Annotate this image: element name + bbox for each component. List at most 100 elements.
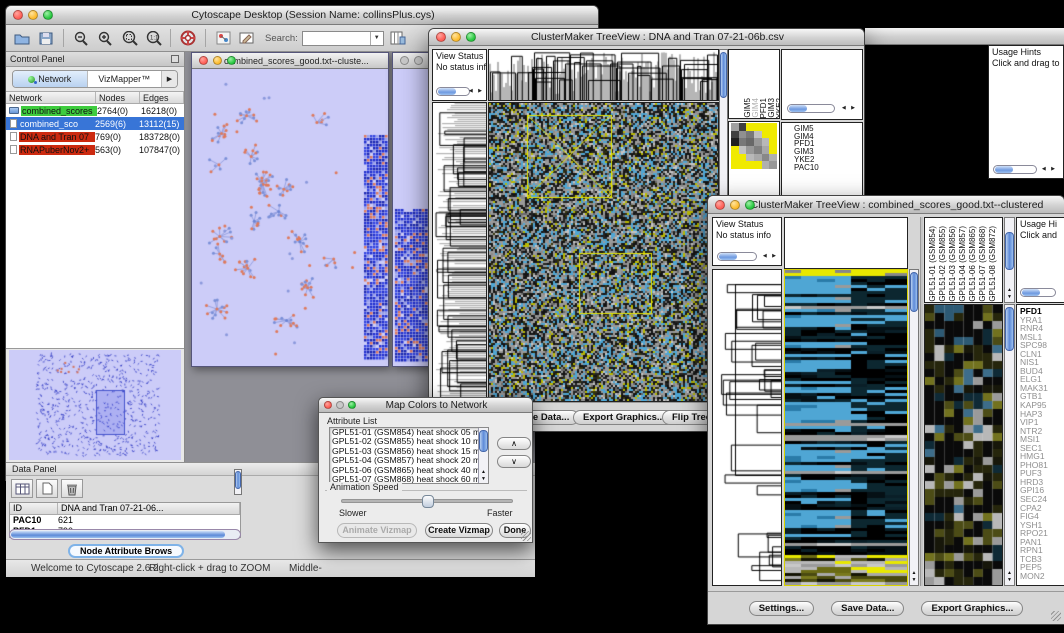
animate-vizmap-button[interactable]: Animate Vizmap	[337, 523, 417, 538]
minimize-button[interactable]	[451, 32, 461, 42]
global-vscrollbar[interactable]: ▲ ▼	[909, 269, 919, 586]
select-attributes-button[interactable]	[11, 479, 33, 498]
scroll-down-arrow[interactable]: ▼	[1005, 577, 1014, 583]
attribute-list[interactable]: GPL51-01 (GSM854) heat shock 05 minGPL51…	[329, 427, 489, 484]
data-row[interactable]: PAC10621	[10, 515, 240, 526]
panel-tab[interactable]: VizMapper™	[88, 71, 163, 87]
network-row[interactable]: RNAPuberNov2+ 563(0) 107847(0)	[6, 143, 184, 156]
animation-speed-slider[interactable]	[341, 499, 513, 503]
minimize-button[interactable]	[336, 401, 344, 409]
usage-hints-scrollbar[interactable]	[993, 165, 1037, 174]
gene-column-label[interactable]: PFD1	[759, 98, 767, 118]
scroll-arrows[interactable]: ◀ ▶	[842, 105, 857, 111]
column-header[interactable]: Nodes	[96, 92, 140, 103]
minimize-button[interactable]	[414, 56, 423, 65]
global-heatmap[interactable]	[488, 102, 719, 402]
view-status-scrollbar[interactable]	[717, 252, 757, 261]
dialog-titlebar[interactable]: Map Colors to Network	[319, 398, 532, 413]
array-column-label[interactable]: GPL51-02 (GSM855)	[938, 226, 946, 302]
slider-thumb[interactable]	[422, 495, 434, 508]
move-down-button[interactable]: ∨	[497, 455, 531, 468]
array-column-label[interactable]: GPL51-03 (GSM856)	[948, 226, 956, 302]
array-column-label[interactable]: GPL51-01 (GSM854)	[928, 226, 936, 302]
label-scrollbar[interactable]	[787, 104, 835, 113]
view-status-scrollbar[interactable]	[436, 87, 470, 96]
treeview2-button[interactable]: Export Graphics...	[921, 601, 1023, 616]
data-column-header[interactable]: ID	[10, 503, 58, 514]
close-button[interactable]	[400, 56, 409, 65]
network-row[interactable]: DNA and Tran 07 769(0) 183728(0)	[6, 130, 184, 143]
resize-grip[interactable]	[1051, 611, 1061, 621]
row-dendrogram-panel[interactable]	[432, 102, 487, 402]
network-canvas[interactable]	[192, 69, 388, 365]
zoom-button[interactable]	[466, 32, 476, 42]
treeview2-button[interactable]: Save Data...	[831, 601, 904, 616]
gene-label[interactable]: MON2	[1020, 572, 1064, 581]
scroll-up-arrow[interactable]: ▲	[910, 570, 918, 576]
array-column-label[interactable]: GPL51-06 (GSM865)	[968, 226, 976, 302]
scroll-arrows[interactable]: ◀ ▶	[469, 88, 484, 94]
scroll-down-arrow[interactable]: ▼	[1005, 294, 1014, 300]
float-panel-icon[interactable]	[171, 55, 179, 63]
zoom-button[interactable]	[348, 401, 356, 409]
array-column-label[interactable]: GPL51-07 (GSM868)	[978, 226, 986, 302]
panel-tab[interactable]: ▶	[162, 71, 177, 87]
zoom-button[interactable]	[745, 200, 755, 210]
attribute-list-scrollbar[interactable]: ▲ ▼	[478, 428, 488, 483]
minimize-button[interactable]	[213, 56, 222, 65]
zoom-heatmap[interactable]	[924, 304, 1003, 586]
scroll-up-arrow[interactable]: ▲	[1005, 570, 1014, 576]
new-attribute-button[interactable]	[36, 479, 58, 498]
treeview-partial-titlebar[interactable]	[865, 28, 1064, 45]
zoom-in-icon[interactable]	[95, 29, 115, 47]
usage-hints-scrollbar[interactable]	[1020, 288, 1056, 297]
search-input[interactable]: ▼	[302, 31, 384, 46]
open-file-icon[interactable]	[12, 29, 32, 47]
delete-attribute-icon[interactable]	[61, 479, 83, 498]
scroll-up-arrow[interactable]: ▲	[1005, 287, 1014, 293]
annotation-icon[interactable]	[237, 29, 257, 47]
export-graphics-button[interactable]: Export Graphics...	[573, 410, 675, 425]
zoom-selected-icon[interactable]	[119, 29, 139, 47]
close-button[interactable]	[436, 32, 446, 42]
column-dendrogram-panel[interactable]	[488, 49, 719, 101]
treeview2-titlebar[interactable]: ClusterMaker TreeView : combined_scores_…	[708, 196, 1064, 214]
network-row[interactable]: combined_scores 2764(0) 16218(0)	[6, 104, 184, 117]
array-column-label[interactable]: GPL51-04 (GSM857)	[958, 226, 966, 302]
data-table-vscrollbar[interactable]	[234, 469, 242, 495]
close-button[interactable]	[13, 10, 23, 20]
resize-grip[interactable]	[521, 531, 531, 541]
cytoscape-titlebar[interactable]: Cytoscape Desktop (Session Name: collins…	[6, 6, 598, 25]
move-up-button[interactable]: ∧	[497, 437, 531, 450]
network-view-titlebar[interactable]: combined_scores_good.txt--cluste...	[192, 53, 388, 69]
data-panel-hscrollbar[interactable]	[9, 529, 241, 540]
gene-column-label[interactable]: GIM5	[743, 98, 751, 118]
search-dropdown-arrow[interactable]: ▼	[370, 32, 383, 45]
column-header[interactable]: Edges	[140, 92, 184, 103]
scroll-up-arrow[interactable]: ▲	[479, 469, 488, 475]
minimize-button[interactable]	[28, 10, 38, 20]
save-icon[interactable]	[36, 29, 56, 47]
genes-vscrollbar[interactable]: ▲ ▼	[1004, 304, 1015, 586]
zoom-fit-icon[interactable]: 1:1	[143, 29, 163, 47]
minimize-button[interactable]	[730, 200, 740, 210]
scroll-down-arrow[interactable]: ▼	[479, 476, 488, 482]
node-attribute-browser-button[interactable]: Node Attribute Brows	[68, 544, 184, 558]
zoom-out-icon[interactable]	[71, 29, 91, 47]
scroll-arrows[interactable]: ◀ ▶	[1042, 166, 1057, 172]
row-dendrogram-panel[interactable]	[712, 269, 782, 586]
array-column-label[interactable]: GPL51-08 (GSM872)	[988, 226, 996, 302]
gene-label[interactable]: PAC10	[794, 164, 862, 172]
column-mapper-icon[interactable]	[388, 29, 408, 47]
treeview1-titlebar[interactable]: ClusterMaker TreeView : DNA and Tran 07-…	[429, 29, 864, 46]
labels-vscrollbar[interactable]: ▲ ▼	[1004, 217, 1015, 303]
node-palette-icon[interactable]	[213, 29, 233, 47]
zoom-button[interactable]	[43, 10, 53, 20]
network-overview-thumbnail[interactable]	[9, 350, 181, 460]
gene-column-label[interactable]: GIM3	[767, 98, 775, 118]
column-header[interactable]: Network	[6, 92, 96, 103]
close-button[interactable]	[715, 200, 725, 210]
help-lifering-icon[interactable]	[178, 29, 198, 47]
treeview2-button[interactable]: Settings...	[749, 601, 814, 616]
panel-divider[interactable]	[920, 217, 923, 586]
